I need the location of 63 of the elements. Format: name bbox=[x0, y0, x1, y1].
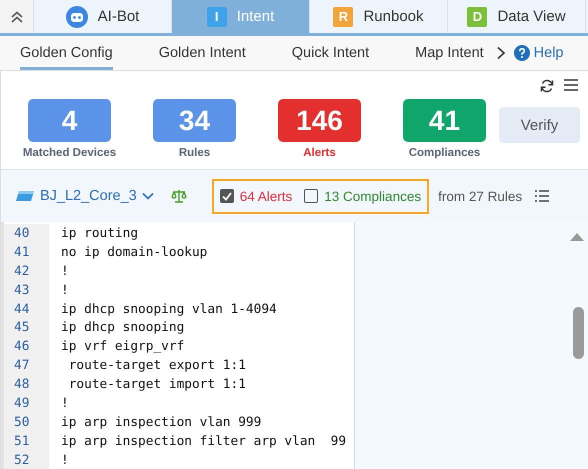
line-number: 49 bbox=[4, 394, 49, 413]
line-number: 46 bbox=[4, 337, 49, 356]
line-number: 40 bbox=[4, 224, 49, 243]
scrollbar-thumb[interactable] bbox=[573, 307, 584, 359]
filter-label: 13 Compliances bbox=[324, 188, 422, 204]
verify-button[interactable]: Verify bbox=[499, 107, 580, 143]
letter-icon: I bbox=[206, 6, 227, 26]
code-line: ip arp inspection filter arp vlan 99 bbox=[60, 434, 346, 449]
line-number: 42 bbox=[4, 262, 49, 281]
app-tab[interactable]: D Data View bbox=[448, 0, 586, 33]
stat-label: Alerts bbox=[303, 147, 336, 159]
device-selector[interactable]: BJ_L2_Core_3 bbox=[40, 188, 137, 204]
code-line: ip dhcp snooping bbox=[60, 320, 184, 336]
list-icon[interactable] bbox=[535, 190, 550, 202]
code-line: ip routing bbox=[60, 226, 138, 241]
line-number: 45 bbox=[4, 318, 49, 338]
scale-icon[interactable] bbox=[170, 189, 187, 203]
scroll-up-icon[interactable] bbox=[570, 233, 584, 241]
checkbox[interactable] bbox=[304, 189, 318, 203]
stat-card[interactable]: 146 bbox=[278, 99, 361, 142]
stat-label: Rules bbox=[178, 147, 210, 159]
line-number: 44 bbox=[4, 300, 49, 318]
line-number: 41 bbox=[4, 242, 49, 262]
stat-label: Compliances bbox=[408, 147, 480, 159]
sub-tab[interactable]: Quick Intent bbox=[292, 36, 370, 70]
app-tab[interactable]: AI-Bot bbox=[34, 0, 172, 33]
line-number: 50 bbox=[4, 412, 49, 432]
sub-tab[interactable]: Golden Config bbox=[20, 36, 113, 70]
code-line: ip vrf eigrp_vrf bbox=[60, 339, 184, 354]
chevron-down-icon[interactable] bbox=[142, 192, 154, 200]
line-number: 43 bbox=[4, 280, 49, 300]
double-chevron-up-icon bbox=[10, 10, 24, 22]
app-tab[interactable]: R Runbook bbox=[310, 0, 448, 33]
refresh-icon[interactable] bbox=[540, 79, 554, 93]
code-line: route-target export 1:1 bbox=[68, 358, 246, 374]
robot-icon bbox=[66, 6, 88, 28]
code-line: ! bbox=[60, 396, 69, 411]
checkbox[interactable] bbox=[220, 189, 234, 203]
device-icon bbox=[15, 190, 35, 202]
help-link[interactable]: Help bbox=[514, 45, 564, 61]
help-icon bbox=[514, 45, 530, 61]
code-line: route-target import 1:1 bbox=[68, 377, 246, 392]
chevron-right-icon[interactable] bbox=[496, 46, 506, 60]
stat-label: Matched Devices bbox=[22, 147, 116, 159]
stat-card[interactable]: 41 bbox=[403, 99, 486, 142]
code-line: ! bbox=[60, 452, 69, 468]
filter-label: 64 Alerts bbox=[240, 188, 292, 204]
line-number: 48 bbox=[4, 375, 49, 394]
letter-icon: R bbox=[333, 6, 354, 26]
line-number: 47 bbox=[4, 356, 49, 376]
code-line: ! bbox=[60, 282, 69, 298]
sub-tab[interactable]: Golden Intent bbox=[158, 36, 246, 70]
collapse-button[interactable] bbox=[0, 0, 34, 33]
line-number: 52 bbox=[4, 450, 49, 469]
code-line: ! bbox=[60, 264, 69, 279]
sub-tab[interactable]: Map Intent bbox=[415, 36, 484, 70]
code-line: ip dhcp snooping vlan 1-4094 bbox=[60, 302, 277, 316]
letter-icon: D bbox=[467, 6, 488, 26]
line-number: 51 bbox=[4, 432, 49, 451]
menu-icon[interactable] bbox=[564, 79, 578, 91]
code-line: ip arp inspection vlan 999 bbox=[60, 414, 262, 430]
rule-count: from 27 Rules bbox=[438, 188, 522, 204]
code-line: no ip domain-lookup bbox=[60, 244, 208, 260]
